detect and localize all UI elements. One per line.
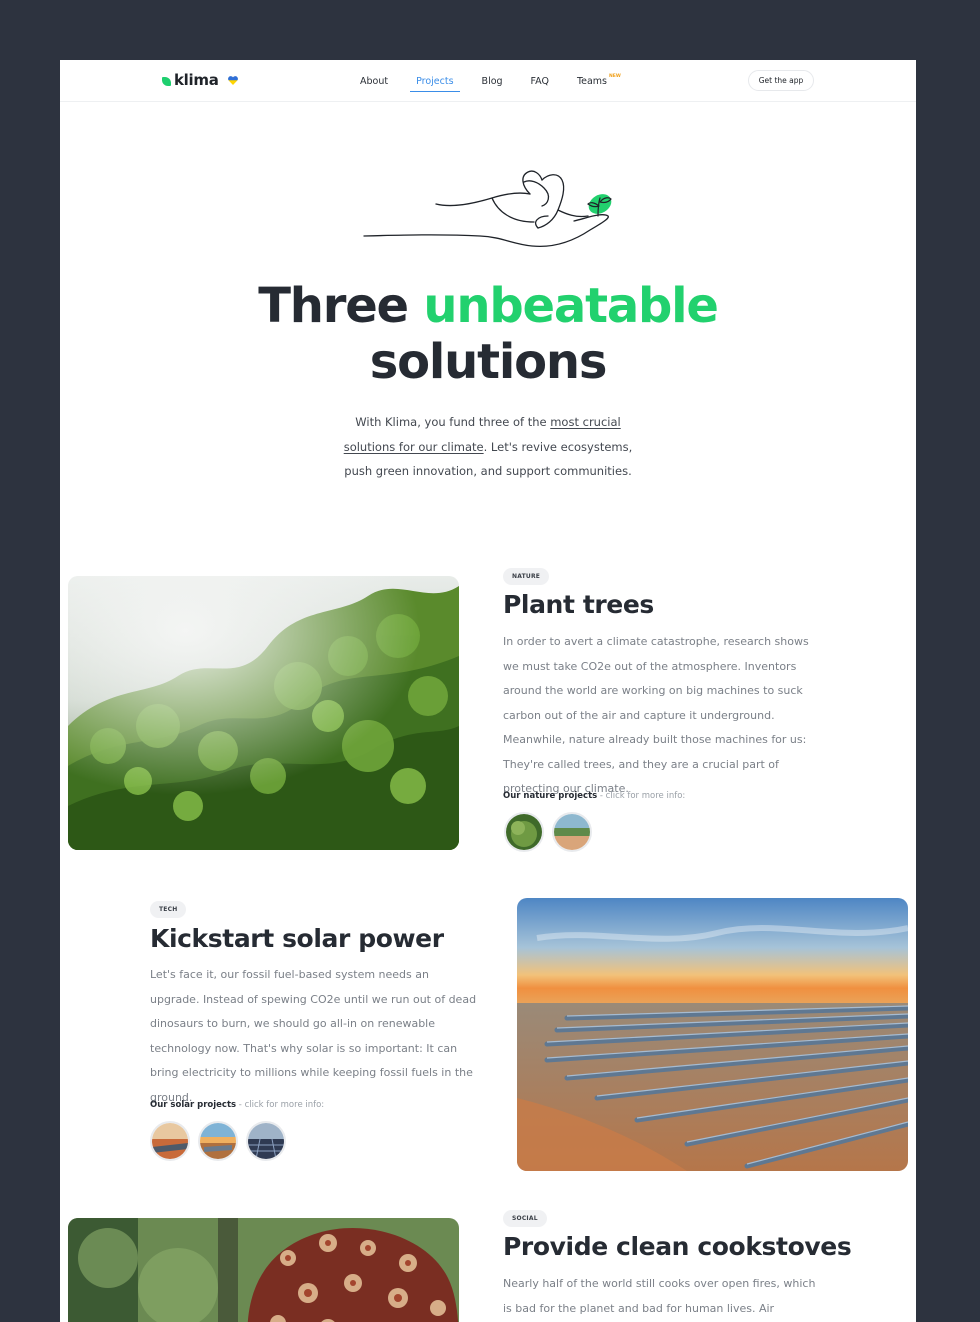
category-tag: SOCIAL [503,1210,547,1227]
top-navigation: klima About Projects Blog FAQ Teams NEW G… [60,60,916,102]
new-badge: NEW [609,73,621,79]
project-thumbnail[interactable] [504,812,544,852]
nav-links: About Projects Blog FAQ Teams NEW [360,60,649,102]
hand-holding-sprout-illustration [363,170,612,248]
nav-link-label: About [360,75,389,87]
hero-lead-prefix: With Klima, you fund three of the [355,415,547,429]
section-title: Kickstart solar power [150,924,444,953]
category-tag: TECH [150,901,187,918]
ukraine-heart-icon [227,76,238,85]
leaf-icon [162,76,171,86]
nav-link-label: FAQ [530,75,549,87]
brand-name: klima [174,71,219,89]
projects-label: Our solar projects [150,1100,237,1110]
nav-link-label: Teams [576,75,608,87]
section-body: Nearly half of the world still cooks ove… [503,1277,816,1315]
nav-link-projects[interactable]: Projects [410,60,461,102]
projects-hint: - click for more info: [599,791,686,801]
hero-title-part2: solutions [369,334,608,390]
project-thumbnails [150,1121,286,1161]
nav-link-label: Projects [416,75,454,87]
category-tag: NATURE [503,568,550,585]
project-thumbnail[interactable] [198,1121,238,1161]
nav-link-faq[interactable]: FAQ [531,60,549,102]
hero-lead: With Klima, you fund three of the most c… [328,410,648,484]
nav-link-about[interactable]: About [360,60,388,102]
section-body: In order to avert a climate catastrophe,… [503,635,809,795]
solar-farm-photo [517,898,908,1171]
rainforest-photo [68,576,459,850]
project-thumbnail[interactable] [552,812,592,852]
cookstove-woman-photo [68,1218,459,1322]
project-thumbnails [504,812,592,852]
hero-title-highlight: unbeatable [423,278,719,334]
get-the-app-button[interactable]: Get the app [748,70,814,91]
nav-link-label: Blog [481,75,503,87]
nav-link-teams[interactable]: Teams NEW [577,60,621,102]
projects-hint: - click for more info: [238,1100,325,1110]
projects-caption: Our nature projects - click for more inf… [503,791,685,801]
section-body: Let's face it, our fossil fuel-based sys… [150,968,477,1104]
klima-logo[interactable]: klima [162,71,238,89]
projects-caption: Our solar projects - click for more info… [150,1100,324,1110]
hero-title: Three unbeatable solutions [60,278,916,390]
hero-title-part1: Three [258,278,409,334]
section-title: Provide clean cookstoves [503,1232,852,1261]
section-title: Plant trees [503,590,654,619]
projects-label: Our nature projects [503,791,598,801]
page: klima About Projects Blog FAQ Teams NEW G… [60,60,916,1322]
project-thumbnail[interactable] [150,1121,190,1161]
project-thumbnail[interactable] [246,1121,286,1161]
nav-link-blog[interactable]: Blog [482,60,503,102]
